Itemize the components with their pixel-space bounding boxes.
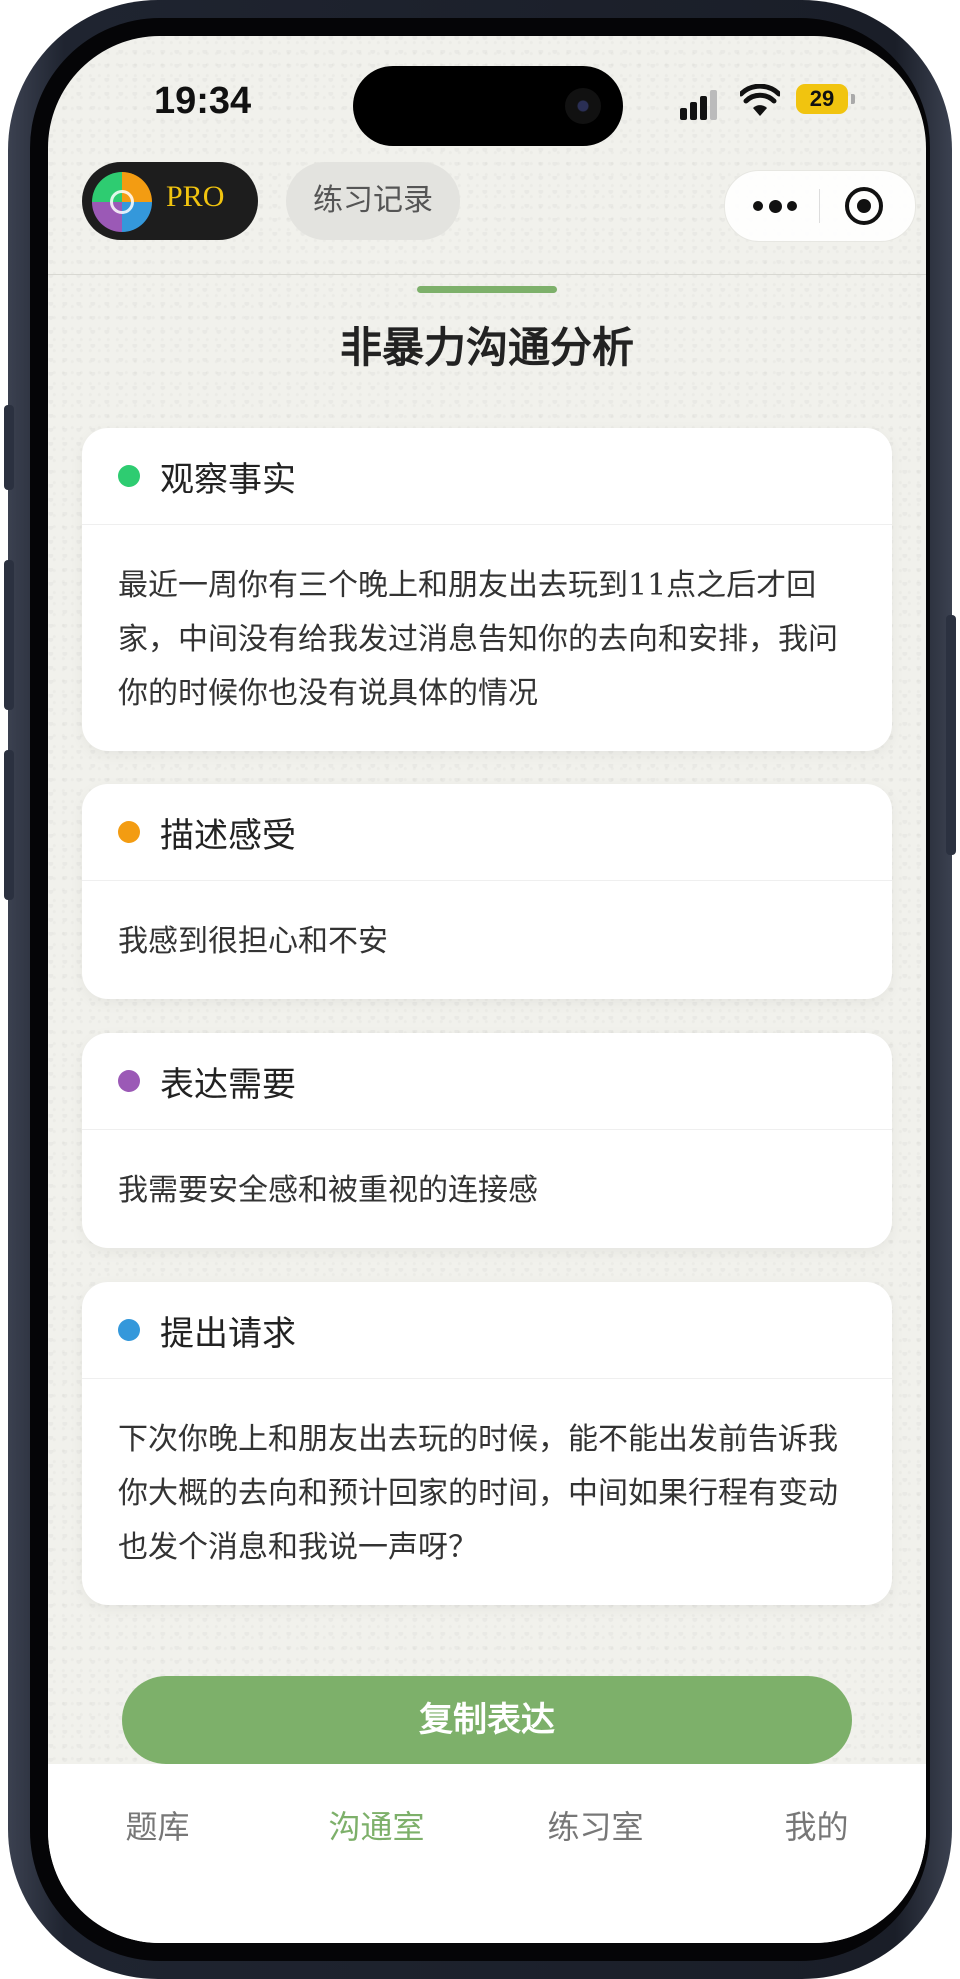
header-divider	[48, 274, 926, 275]
practice-record-button[interactable]: 练习记录	[286, 162, 460, 240]
card-text: 最近一周你有三个晚上和朋友出去玩到11点之后才回家，中间没有给我发过消息告知你的…	[118, 568, 838, 711]
miniprogram-capsule	[724, 170, 916, 242]
power-button	[946, 615, 956, 855]
pro-badge[interactable]: PRO	[82, 162, 258, 240]
camera-icon	[565, 88, 601, 124]
app-logo-icon	[92, 172, 152, 232]
feeling-card: 描述感受 我感到很担心和不安	[82, 784, 892, 999]
status-time: 19:34	[154, 80, 252, 122]
green-dot-icon	[118, 465, 140, 487]
card-header: 提出请求	[82, 1282, 892, 1379]
card-header: 观察事实	[82, 428, 892, 525]
card-title: 描述感受	[160, 816, 296, 856]
blue-dot-icon	[118, 1319, 140, 1341]
close-target-icon[interactable]	[845, 187, 883, 225]
page-title: 非暴力沟通分析	[339, 323, 634, 372]
battery-level: 29	[809, 86, 835, 111]
card-title: 表达需要	[160, 1065, 296, 1105]
request-card: 提出请求 下次你晚上和朋友出去玩的时候，能不能出发前告诉我你大概的去向和预计回家…	[82, 1282, 892, 1605]
phone-frame: 19:34 29 PRO 练习记录 非暴力沟通分析 观察事实 最近一周你有三个晚…	[4, 0, 956, 1979]
copy-expression-button[interactable]: 复制表达	[122, 1676, 852, 1764]
purple-dot-icon	[118, 1070, 140, 1092]
card-text: 我需要安全感和被重视的连接感	[118, 1173, 538, 1208]
card-text: 下次你晚上和朋友出去玩的时候，能不能出发前告诉我你大概的去向和预计回家的时间，中…	[118, 1422, 838, 1565]
need-card: 表达需要 我需要安全感和被重视的连接感	[82, 1033, 892, 1248]
action-button	[4, 405, 14, 490]
battery-indicator: 29	[796, 84, 855, 114]
wifi-icon	[740, 84, 780, 116]
tab-communication-room[interactable]: 沟通室	[267, 1802, 486, 1848]
card-title: 观察事实	[160, 460, 296, 500]
signal-icon	[680, 90, 720, 120]
tab-question-bank[interactable]: 题库	[48, 1802, 267, 1848]
more-icon[interactable]	[753, 200, 799, 213]
tab-mine[interactable]: 我的	[707, 1802, 926, 1848]
orange-dot-icon	[118, 821, 140, 843]
volume-up-button	[4, 560, 14, 710]
title-accent-bar	[417, 286, 557, 293]
dynamic-island	[353, 66, 623, 146]
bottom-tab-bar: 题库 沟通室 练习室 我的	[48, 1764, 926, 1943]
card-title: 提出请求	[160, 1314, 296, 1354]
card-text: 我感到很担心和不安	[118, 924, 388, 959]
tab-practice-room[interactable]: 练习室	[486, 1802, 705, 1848]
card-header: 表达需要	[82, 1033, 892, 1130]
card-header: 描述感受	[82, 784, 892, 881]
pro-label: PRO	[166, 180, 225, 213]
observation-card: 观察事实 最近一周你有三个晚上和朋友出去玩到11点之后才回家，中间没有给我发过消…	[82, 428, 892, 751]
volume-down-button	[4, 750, 14, 900]
capsule-divider	[819, 189, 820, 223]
app-screen: 19:34 29 PRO 练习记录 非暴力沟通分析 观察事实 最近一周你有三个晚…	[48, 36, 926, 1943]
